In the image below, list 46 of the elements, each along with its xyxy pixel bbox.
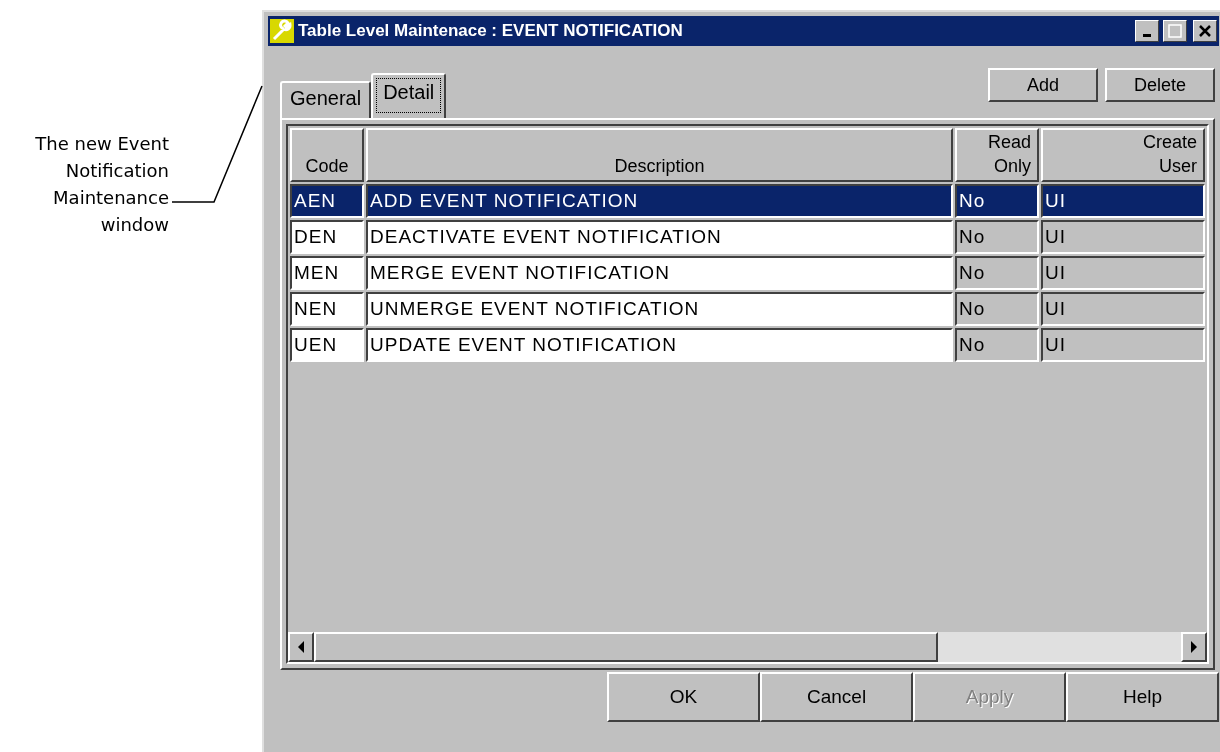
table-cell: No [955,184,1039,218]
horizontal-scrollbar[interactable] [288,632,1208,662]
table-cell: MEN [290,256,364,290]
table-cell: DEN [290,220,364,254]
column-header[interactable]: Read Only [955,128,1039,182]
scroll-thumb[interactable] [314,632,938,662]
table-cell: UNMERGE EVENT NOTIFICATION [366,292,953,326]
dialog-button[interactable]: OK [607,672,761,722]
maximize-icon [1168,24,1183,38]
right-arrow-icon [1190,641,1199,653]
scroll-left-button[interactable] [288,632,314,662]
delete-button[interactable]: Delete [1105,68,1216,102]
window-title: Table Level Maintenace : EVENT NOTIFICATION [298,21,684,41]
table-cell: UI [1041,256,1206,290]
maximize-button[interactable] [1163,20,1188,42]
table-cell: No [955,220,1039,254]
tab[interactable]: Detail [371,73,447,118]
table-cell: ADD EVENT NOTIFICATION [366,184,953,218]
table-cell: UI [1041,292,1206,326]
table-cell: UI [1041,220,1206,254]
table-cell: UI [1041,328,1206,362]
table-cell: MERGE EVENT NOTIFICATION [366,256,953,290]
wrench-icon [270,19,294,43]
table-cell: UEN [290,328,364,362]
dialog-button[interactable]: Cancel [760,672,914,722]
table-cell: NEN [290,292,364,326]
scroll-right-button[interactable] [1181,632,1208,662]
table-cell: DEACTIVATE EVENT NOTIFICATION [366,220,953,254]
tab[interactable]: General [280,81,372,118]
table-cell: No [955,328,1039,362]
column-header[interactable]: Code [290,128,364,182]
table-cell: UPDATE EVENT NOTIFICATION [366,328,953,362]
column-header[interactable]: Description [366,128,953,182]
add-button[interactable]: Add [988,68,1099,102]
column-header[interactable]: Create User [1041,128,1206,182]
annotation-text: The new Event Notification Maintenance window [34,132,169,237]
minimize-icon [1143,33,1152,37]
dialog-button[interactable]: Help [1066,672,1220,722]
close-button[interactable] [1193,20,1218,42]
table-cell: UI [1041,184,1206,218]
close-icon [1198,24,1213,38]
minimize-button[interactable] [1135,20,1160,42]
table-cell: AEN [290,184,364,218]
table-cell: No [955,256,1039,290]
table-cell: No [955,292,1039,326]
left-arrow-icon [297,641,305,653]
